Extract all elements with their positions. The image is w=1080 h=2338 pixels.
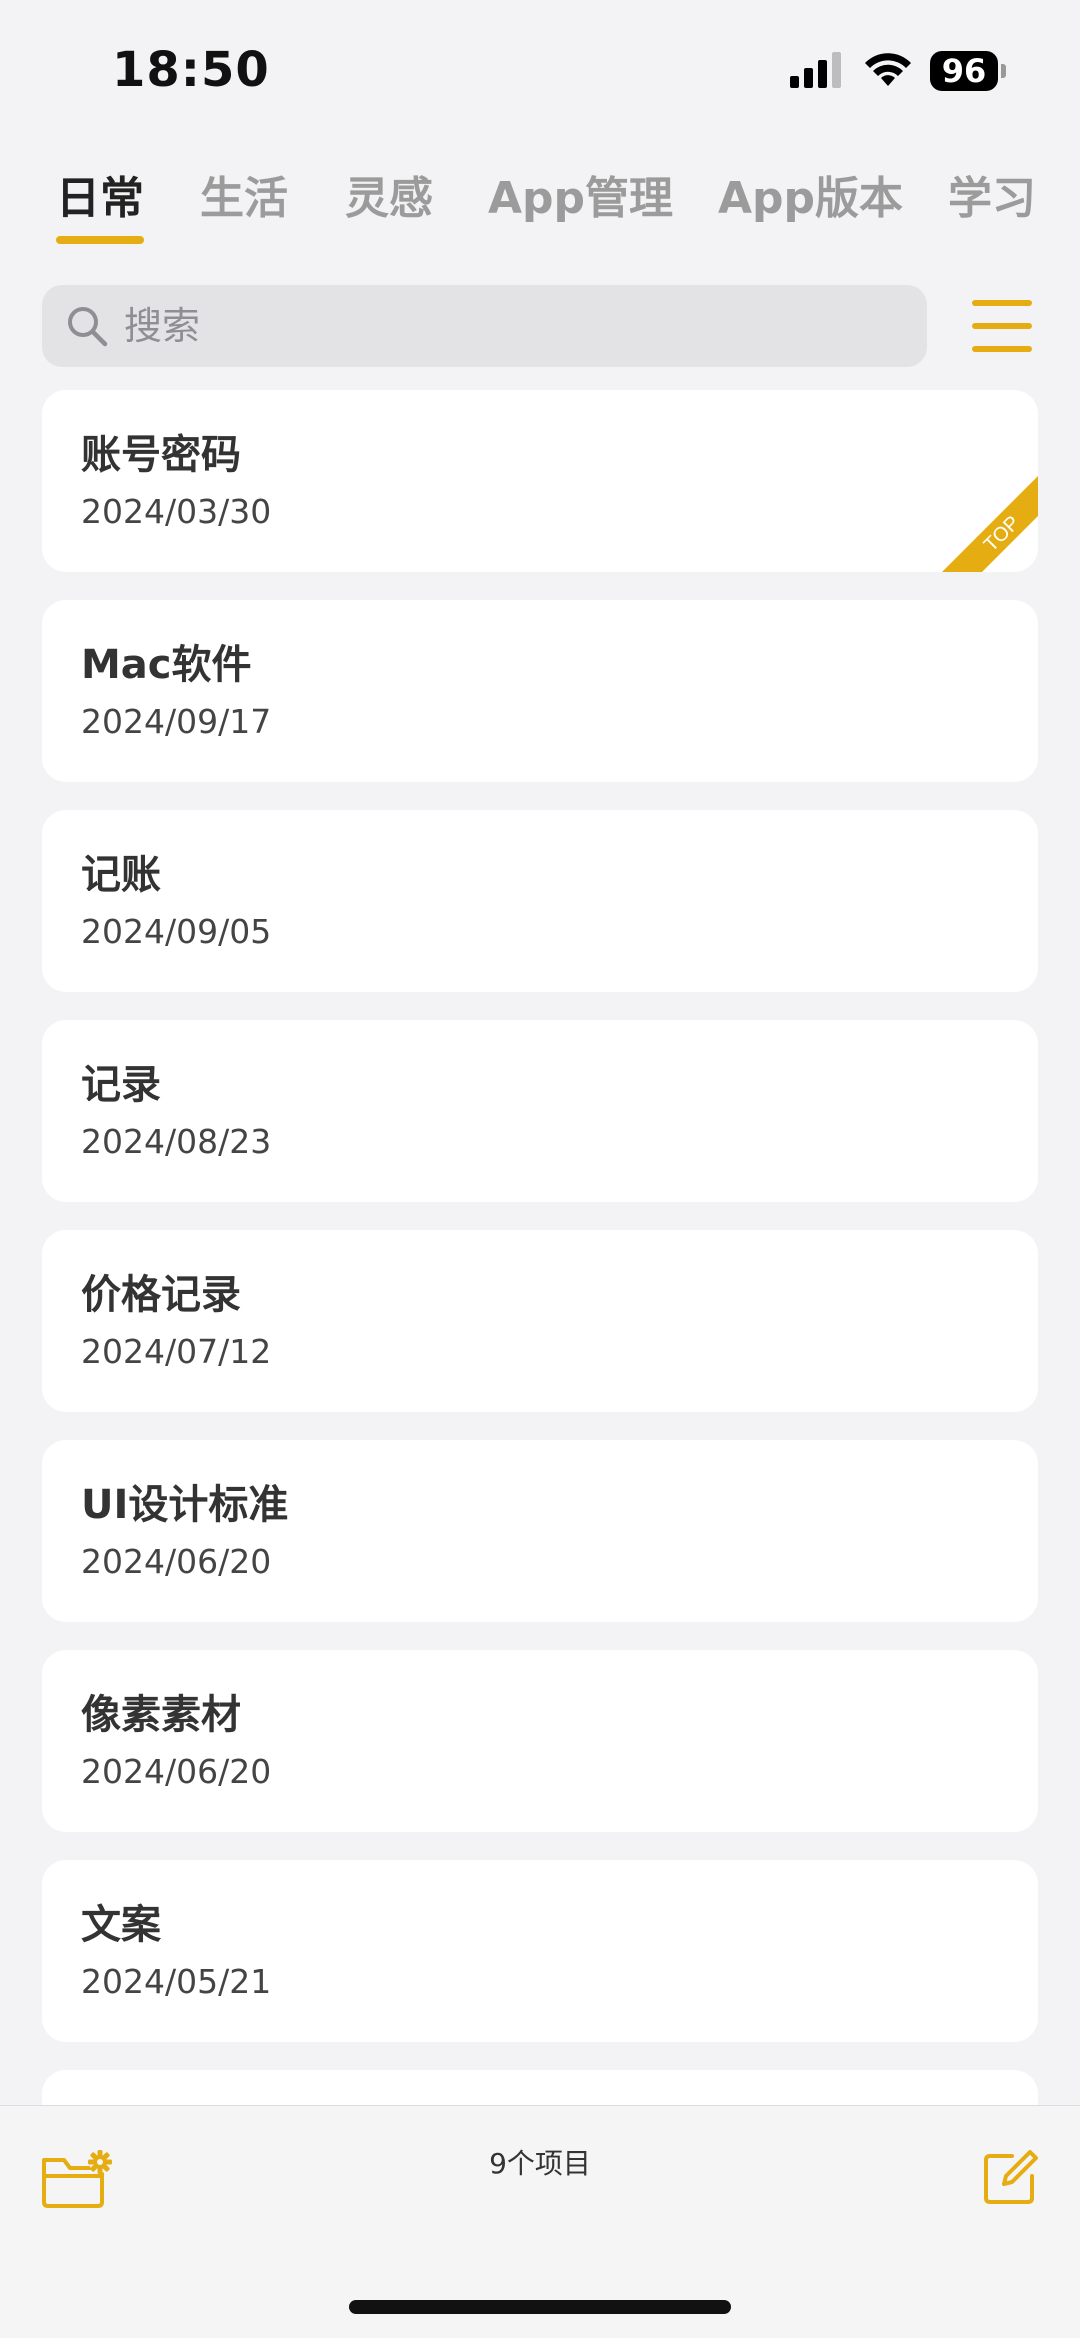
- search-bar[interactable]: [42, 285, 927, 367]
- note-date: 2024/07/12: [81, 1332, 272, 1371]
- note-card[interactable]: [42, 2070, 1038, 2105]
- item-count: 9个项目: [489, 2147, 591, 2180]
- note-title: Mac软件: [81, 642, 252, 688]
- note-card[interactable]: 像素素材 2024/06/20: [42, 1650, 1038, 1832]
- pinned-ribbon: TOP: [942, 476, 1038, 572]
- tab-study[interactable]: 学习: [948, 162, 1036, 226]
- note-title: 价格记录: [81, 1272, 241, 1318]
- note-date: 2024/06/20: [81, 1542, 272, 1581]
- battery-cap: [1001, 64, 1006, 78]
- note-title: 账号密码: [81, 432, 241, 478]
- note-date: 2024/09/17: [81, 702, 272, 741]
- notes-list: 账号密码 2024/03/30 TOP Mac软件 2024/09/17 记账 …: [42, 390, 1038, 2105]
- search-input[interactable]: [122, 303, 886, 349]
- note-date: 2024/09/05: [81, 912, 272, 951]
- note-card[interactable]: 账号密码 2024/03/30 TOP: [42, 390, 1038, 572]
- menu-button[interactable]: [972, 300, 1032, 352]
- menu-line: [972, 323, 1032, 329]
- note-title: 文案: [81, 1902, 161, 1948]
- note-title: UI设计标准: [81, 1482, 289, 1528]
- menu-line: [972, 300, 1032, 306]
- tab-life[interactable]: 生活: [200, 162, 288, 226]
- home-indicator[interactable]: [349, 2300, 731, 2314]
- note-card[interactable]: 记录 2024/08/23: [42, 1020, 1038, 1202]
- note-title: 记账: [81, 852, 161, 898]
- active-tab-indicator: [56, 236, 144, 244]
- note-date: 2024/03/30: [81, 492, 272, 531]
- status-bar: 18:50 96: [0, 0, 1080, 130]
- menu-line: [972, 346, 1032, 352]
- compose-icon[interactable]: [982, 2148, 1040, 2206]
- search-icon: [68, 307, 108, 347]
- cellular-signal-icon: [790, 52, 841, 88]
- battery-indicator: 96: [930, 50, 1006, 92]
- category-tabs: 日常 生活 灵感 App管理 App版本 学习: [0, 150, 1080, 250]
- note-card[interactable]: Mac软件 2024/09/17: [42, 600, 1038, 782]
- note-title: 像素素材: [81, 1692, 241, 1738]
- note-card[interactable]: 记账 2024/09/05: [42, 810, 1038, 992]
- note-date: 2024/06/20: [81, 1752, 272, 1791]
- tab-daily[interactable]: 日常: [56, 162, 144, 226]
- note-title: 记录: [81, 1062, 161, 1108]
- battery-level: 96: [930, 51, 998, 91]
- status-time: 18:50: [112, 42, 270, 98]
- note-date: 2024/08/23: [81, 1122, 272, 1161]
- tab-app-version[interactable]: App版本: [718, 162, 903, 226]
- tab-inspiration[interactable]: 灵感: [345, 162, 433, 226]
- note-card[interactable]: 价格记录 2024/07/12: [42, 1230, 1038, 1412]
- wifi-icon: [865, 53, 911, 86]
- note-card[interactable]: 文案 2024/05/21: [42, 1860, 1038, 2042]
- note-date: 2024/05/21: [81, 1962, 272, 2001]
- tab-app-management[interactable]: App管理: [488, 162, 673, 226]
- note-card[interactable]: UI设计标准 2024/06/20: [42, 1440, 1038, 1622]
